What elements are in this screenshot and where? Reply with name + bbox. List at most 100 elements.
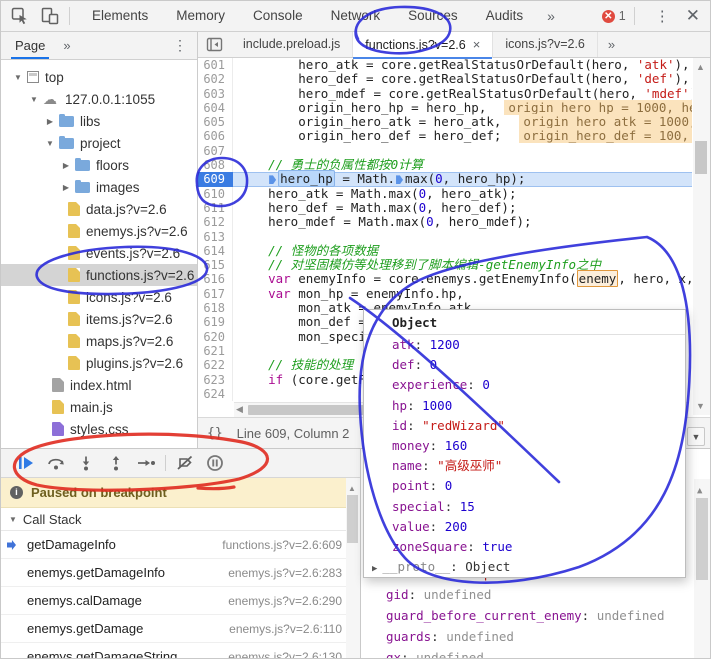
scroll-up-arrow-icon[interactable]: ▲ <box>696 62 705 72</box>
panel-dropdown-icon[interactable]: ▼ <box>687 427 705 446</box>
tree-item-images[interactable]: ▶images <box>1 176 197 198</box>
line-number[interactable]: 611 <box>198 201 233 215</box>
navigator-menu-icon[interactable]: ⋮ <box>163 37 197 54</box>
scope-scrollbar[interactable]: ▲ <box>694 479 710 659</box>
line-number[interactable]: 614 <box>198 244 233 258</box>
tab-close-icon[interactable]: × <box>473 37 481 52</box>
line-number[interactable]: 602 <box>198 72 233 86</box>
vertical-scroll-thumb[interactable] <box>695 141 707 174</box>
line-number[interactable]: 615 <box>198 258 233 272</box>
line-number[interactable]: 617 <box>198 287 233 301</box>
navigator-more-tabs-icon[interactable]: » <box>55 38 78 53</box>
call-stack-header[interactable]: ▼ Call Stack <box>1 508 360 531</box>
call-stack-frame[interactable]: enemys.calDamageenemys.js?v=2.6:290 <box>1 587 360 615</box>
line-number[interactable]: 607 <box>198 144 233 158</box>
line-number[interactable]: 610 <box>198 187 233 201</box>
object-property-money: money: 160 <box>364 436 685 456</box>
step-over-button[interactable] <box>41 452 71 474</box>
tree-item-index-html[interactable]: index.html <box>1 374 197 396</box>
scroll-up-arrow-icon[interactable]: ▲ <box>348 484 356 493</box>
panel-tab-audits[interactable]: Audits <box>472 1 538 31</box>
line-number[interactable]: 613 <box>198 230 233 244</box>
line-number[interactable]: 616 <box>198 272 233 286</box>
object-property-def: def: 0 <box>364 355 685 375</box>
vertical-scrollbar[interactable]: ▲ ▼ <box>693 58 710 415</box>
line-number[interactable]: 606 <box>198 129 233 143</box>
file-icon <box>68 246 80 260</box>
scroll-left-arrow-icon[interactable]: ◀ <box>236 404 243 415</box>
line-number[interactable]: 623 <box>198 373 233 387</box>
tree-item-floors[interactable]: ▶floors <box>1 154 197 176</box>
panel-tab-memory[interactable]: Memory <box>162 1 239 31</box>
call-stack-frame[interactable]: enemys.getDamageStringenemys.js?v=2.6:13… <box>1 643 360 659</box>
left-pane-scrollbar[interactable]: ▲ <box>346 478 360 659</box>
tree-item-data-js-v-2-6[interactable]: data.js?v=2.6 <box>1 198 197 220</box>
editor-tab-icons-js-v-2-6[interactable]: icons.js?v=2.6 <box>493 32 598 57</box>
line-number[interactable]: 619 <box>198 315 233 329</box>
line-number[interactable]: 618 <box>198 301 233 315</box>
panel-tab-sources[interactable]: Sources <box>394 1 472 31</box>
line-number[interactable]: 621 <box>198 344 233 358</box>
tree-item-127-0-0-1-1055[interactable]: ▼☁127.0.0.1:1055 <box>1 88 197 110</box>
left-pane-scroll-thumb[interactable] <box>347 495 358 543</box>
property-name: id <box>392 418 407 433</box>
tree-item-items-js-v-2-6[interactable]: items.js?v=2.6 <box>1 308 197 330</box>
line-number[interactable]: 605 <box>198 115 233 129</box>
scope-variable-gid[interactable]: gid: undefined <box>362 584 711 605</box>
panel-tab-console[interactable]: Console <box>239 1 317 31</box>
scope-variable-gx[interactable]: gx: undefined <box>362 647 711 659</box>
line-number[interactable]: 612 <box>198 215 233 229</box>
code-text: hero_def = core.getRealStatusOrDefault(h… <box>233 72 692 86</box>
line-number[interactable]: 601 <box>198 58 233 72</box>
panel-tab-network[interactable]: Network <box>317 1 395 31</box>
scroll-down-arrow-icon[interactable]: ▼ <box>696 401 705 411</box>
scope-variable-guards[interactable]: guards: undefined <box>362 626 711 647</box>
tree-item-top[interactable]: ▼top <box>1 66 197 88</box>
step-out-button[interactable] <box>101 452 131 474</box>
tree-item-enemys-js-v-2-6[interactable]: enemys.js?v=2.6 <box>1 220 197 242</box>
scope-variable-guard-before-current-enemy[interactable]: guard_before_current_enemy: undefined <box>362 605 711 626</box>
close-icon[interactable]: ✕ <box>682 6 711 26</box>
tree-item-maps-js-v-2-6[interactable]: maps.js?v=2.6 <box>1 330 197 352</box>
chevron-right-icon[interactable]: ▶ <box>372 564 382 574</box>
deactivate-breakpoints-button[interactable] <box>170 452 200 474</box>
menu-icon[interactable]: ⋮ <box>643 7 682 25</box>
line-number[interactable]: 608 <box>198 158 233 172</box>
more-panels-icon[interactable]: » <box>537 8 565 24</box>
error-badge[interactable]: ✕1 <box>602 9 626 23</box>
line-number[interactable]: 624 <box>198 387 233 401</box>
line-number[interactable]: 609 <box>198 172 233 186</box>
tab-page[interactable]: Page <box>1 32 55 59</box>
inspect-icon[interactable] <box>9 6 31 26</box>
call-stack-frame[interactable]: enemys.getDamageInfoenemys.js?v=2.6:283 <box>1 559 360 587</box>
navigator-toggle-icon[interactable] <box>206 37 223 52</box>
step-into-button[interactable] <box>71 452 101 474</box>
tree-item-main-js[interactable]: main.js <box>1 396 197 418</box>
pretty-print-button[interactable]: {} <box>198 426 233 441</box>
panel-tab-elements[interactable]: Elements <box>78 1 162 31</box>
scope-scroll-thumb[interactable] <box>696 498 708 580</box>
tree-item-functions-js-v-2-6[interactable]: functions.js?v=2.6 <box>1 264 197 286</box>
line-number[interactable]: 622 <box>198 358 233 372</box>
editor-tab-include-preload-js[interactable]: include.preload.js <box>231 32 353 57</box>
editor-tab-functions-js-v-2-6[interactable]: functions.js?v=2.6× <box>353 32 493 58</box>
tree-item-project[interactable]: ▼project <box>1 132 197 154</box>
editor-more-tabs-icon[interactable]: » <box>598 37 625 52</box>
tree-item-events-js-v-2-6[interactable]: events.js?v=2.6 <box>1 242 197 264</box>
tree-item-libs[interactable]: ▶libs <box>1 110 197 132</box>
call-stack-frame[interactable]: enemys.getDamageenemys.js?v=2.6:110 <box>1 615 360 643</box>
step-button[interactable] <box>131 452 161 474</box>
object-property-proto[interactable]: ▶__proto__: Object <box>364 557 685 579</box>
line-number[interactable]: 620 <box>198 330 233 344</box>
tree-item-styles-css[interactable]: styles.css <box>1 418 197 440</box>
tree-item-plugins-js-v-2-6[interactable]: plugins.js?v=2.6 <box>1 352 197 374</box>
call-stack-frame[interactable]: getDamageInfofunctions.js?v=2.6:609 <box>1 531 360 559</box>
scroll-up-arrow-icon[interactable]: ▲ <box>697 486 702 496</box>
tree-item-icons-js-v-2-6[interactable]: icons.js?v=2.6 <box>1 286 197 308</box>
resume-button[interactable] <box>11 452 41 474</box>
device-toolbar-icon[interactable] <box>39 6 61 26</box>
line-number[interactable]: 604 <box>198 101 233 115</box>
pause-on-exceptions-button[interactable] <box>200 452 230 474</box>
code-segment: origin_hero_def = hero_def; <box>298 128 501 143</box>
line-number[interactable]: 603 <box>198 87 233 101</box>
